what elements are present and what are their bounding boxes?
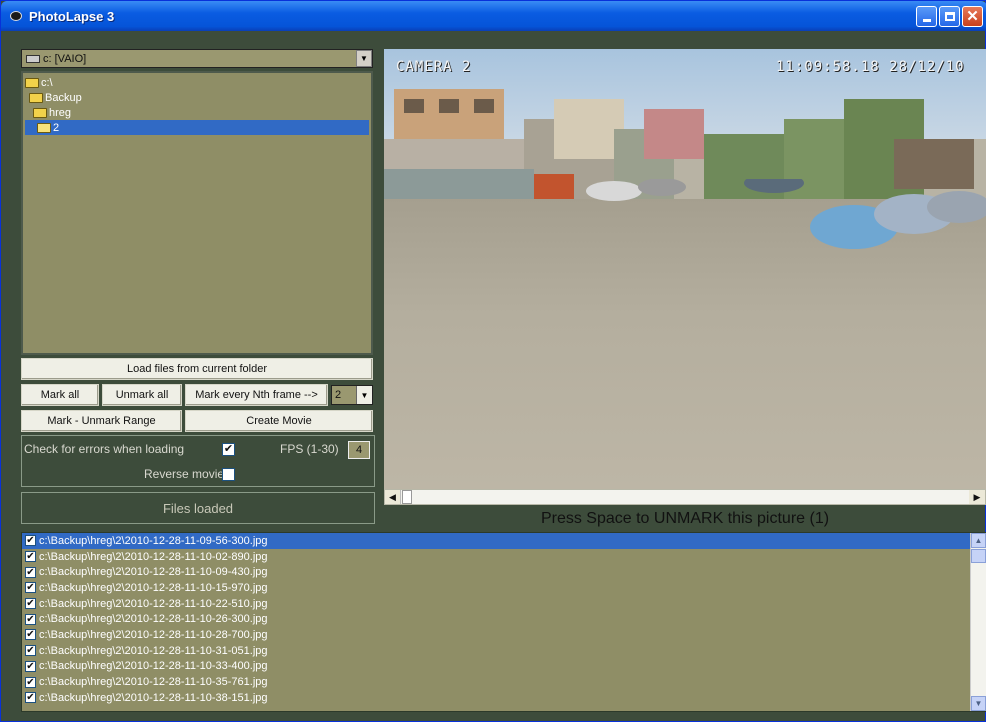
chevron-down-icon[interactable]: ▼ (356, 50, 372, 67)
preview-cars (586, 179, 986, 249)
folder-icon (33, 107, 47, 118)
reverse-movie-checkbox[interactable] (222, 468, 235, 481)
close-button[interactable]: ✕ (962, 6, 983, 27)
load-files-button[interactable]: Load files from current folder (21, 358, 373, 380)
folder-icon (25, 77, 39, 88)
folder-tree-item[interactable]: 2 (25, 120, 369, 135)
file-list-item[interactable]: ✔ c:\Backup\hreg\2\2010-12-28-11-10-33-40… (22, 659, 986, 675)
reverse-movie-label: Reverse movie (144, 467, 225, 481)
files-loaded-status: Files loaded (21, 492, 375, 524)
title-bar[interactable]: PhotoLapse 3 ✕ (1, 1, 986, 31)
file-path: c:\Backup\hreg\2\2010-12-28-11-10-28-700… (39, 628, 268, 641)
create-movie-button[interactable]: Create Movie (185, 410, 373, 432)
maximize-icon (944, 12, 955, 21)
folder-tree-item[interactable]: hreg (25, 105, 369, 120)
file-checkbox[interactable]: ✔ (25, 598, 36, 610)
scroll-thumb[interactable] (402, 490, 412, 504)
minimize-button[interactable] (916, 6, 937, 27)
drive-icon (26, 54, 40, 63)
file-checkbox[interactable]: ✔ (25, 645, 36, 657)
chevron-down-icon[interactable]: ▼ (356, 386, 372, 404)
folder-tree-item[interactable]: Backup (25, 90, 369, 105)
file-list-item[interactable]: ✔ c:\Backup\hreg\2\2010-12-28-11-10-38-15… (22, 690, 986, 706)
file-checkbox[interactable]: ✔ (25, 613, 36, 625)
folder-icon (29, 92, 43, 103)
file-path: c:\Backup\hreg\2\2010-12-28-11-10-22-510… (39, 597, 268, 610)
file-checkbox[interactable]: ✔ (25, 692, 36, 704)
folder-tree[interactable]: c:\ Backup hreg 2 (21, 71, 373, 355)
unmark-instruction: Press Space to UNMARK this picture (1) (540, 510, 830, 527)
check-errors-checkbox[interactable]: ✔ (222, 443, 235, 456)
fps-input[interactable]: 4 (348, 441, 370, 459)
app-window: PhotoLapse 3 ✕ c: [VAIO] ▼ c:\ Backup hreg… (0, 0, 986, 722)
file-list-scrollbar[interactable]: ▲ ▼ (970, 533, 986, 711)
file-list-item[interactable]: ✔ c:\Backup\hreg\2\2010-12-28-11-10-31-05… (22, 643, 986, 659)
nth-select[interactable]: 2 ▼ (331, 385, 373, 405)
minimize-icon (922, 19, 931, 22)
options-group: Check for errors when loading ✔ FPS (1-3… (21, 435, 375, 487)
file-path: c:\Backup\hreg\2\2010-12-28-11-10-31-051… (39, 644, 268, 657)
mark-all-button[interactable]: Mark all (21, 384, 99, 406)
file-list[interactable]: ✔ c:\Backup\hreg\2\2010-12-28-11-09-56-30… (21, 532, 986, 712)
file-list-item[interactable]: ✔ c:\Backup\hreg\2\2010-12-28-11-10-15-97… (22, 580, 986, 596)
file-list-item[interactable]: ✔ c:\Backup\hreg\2\2010-12-28-11-10-35-76… (22, 674, 986, 690)
file-checkbox[interactable]: ✔ (25, 582, 36, 594)
app-icon (9, 9, 23, 23)
file-path: c:\Backup\hreg\2\2010-12-28-11-10-38-151… (39, 691, 268, 704)
file-list-item[interactable]: ✔ c:\Backup\hreg\2\2010-12-28-11-10-09-43… (22, 564, 986, 580)
file-list-item[interactable]: ✔ c:\Backup\hreg\2\2010-12-28-11-10-22-51… (22, 596, 986, 612)
file-path: c:\Backup\hreg\2\2010-12-28-11-09-56-300… (39, 534, 268, 547)
folder-label: hreg (49, 106, 72, 119)
scroll-left-icon[interactable]: ◀ (385, 490, 401, 504)
scroll-right-icon[interactable]: ▶ (969, 490, 985, 504)
fps-label: FPS (1-30) (280, 442, 339, 456)
file-list-item[interactable]: ✔ c:\Backup\hreg\2\2010-12-28-11-09-56-30… (22, 533, 986, 549)
file-path: c:\Backup\hreg\2\2010-12-28-11-10-02-890… (39, 550, 268, 563)
file-path: c:\Backup\hreg\2\2010-12-28-11-10-26-300… (39, 613, 268, 626)
file-path: c:\Backup\hreg\2\2010-12-28-11-10-33-400… (39, 660, 268, 673)
window-title: PhotoLapse 3 (29, 8, 115, 24)
drive-label: c: [VAIO] (43, 52, 87, 65)
folder-label: c:\ (41, 76, 53, 89)
file-path: c:\Backup\hreg\2\2010-12-28-11-10-35-761… (39, 676, 268, 689)
camera-label: CAMERA 2 (396, 59, 472, 75)
folder-label: 2 (53, 121, 60, 134)
camera-timestamp: 11:09:58.18 28/12/10 (776, 59, 965, 75)
folder-icon (37, 122, 51, 133)
file-checkbox[interactable]: ✔ (25, 551, 36, 563)
mark-unmark-range-button[interactable]: Mark - Unmark Range (21, 410, 182, 432)
file-path: c:\Backup\hreg\2\2010-12-28-11-10-09-430… (39, 566, 268, 579)
scroll-thumb[interactable] (971, 549, 986, 563)
file-checkbox[interactable]: ✔ (25, 676, 36, 688)
file-checkbox[interactable]: ✔ (25, 660, 36, 672)
check-errors-label: Check for errors when loading (24, 442, 185, 456)
file-list-item[interactable]: ✔ c:\Backup\hreg\2\2010-12-28-11-10-28-70… (22, 627, 986, 643)
scroll-up-icon[interactable]: ▲ (971, 533, 986, 548)
picture-preview[interactable]: CAMERA 2 11:09:58.18 28/12/10 (384, 49, 986, 489)
unmark-all-button[interactable]: Unmark all (102, 384, 182, 406)
preview-horizontal-scrollbar[interactable]: ◀ ▶ (384, 489, 986, 505)
file-list-item[interactable]: ✔ c:\Backup\hreg\2\2010-12-28-11-10-26-30… (22, 611, 986, 627)
nth-value: 2 (335, 389, 342, 401)
maximize-button[interactable] (939, 6, 960, 27)
mark-every-nth-button[interactable]: Mark every Nth frame --> (185, 384, 328, 406)
scroll-down-icon[interactable]: ▼ (971, 696, 986, 711)
window-controls: ✕ (916, 6, 983, 27)
folder-tree-item[interactable]: c:\ (25, 75, 369, 90)
close-icon: ✕ (966, 8, 979, 25)
folder-label: Backup (45, 91, 82, 104)
file-checkbox[interactable]: ✔ (25, 629, 36, 641)
file-checkbox[interactable]: ✔ (25, 535, 36, 547)
file-checkbox[interactable]: ✔ (25, 566, 36, 578)
file-path: c:\Backup\hreg\2\2010-12-28-11-10-15-970… (39, 581, 268, 594)
drive-select[interactable]: c: [VAIO] ▼ (21, 49, 373, 68)
file-list-item[interactable]: ✔ c:\Backup\hreg\2\2010-12-28-11-10-02-89… (22, 549, 986, 565)
